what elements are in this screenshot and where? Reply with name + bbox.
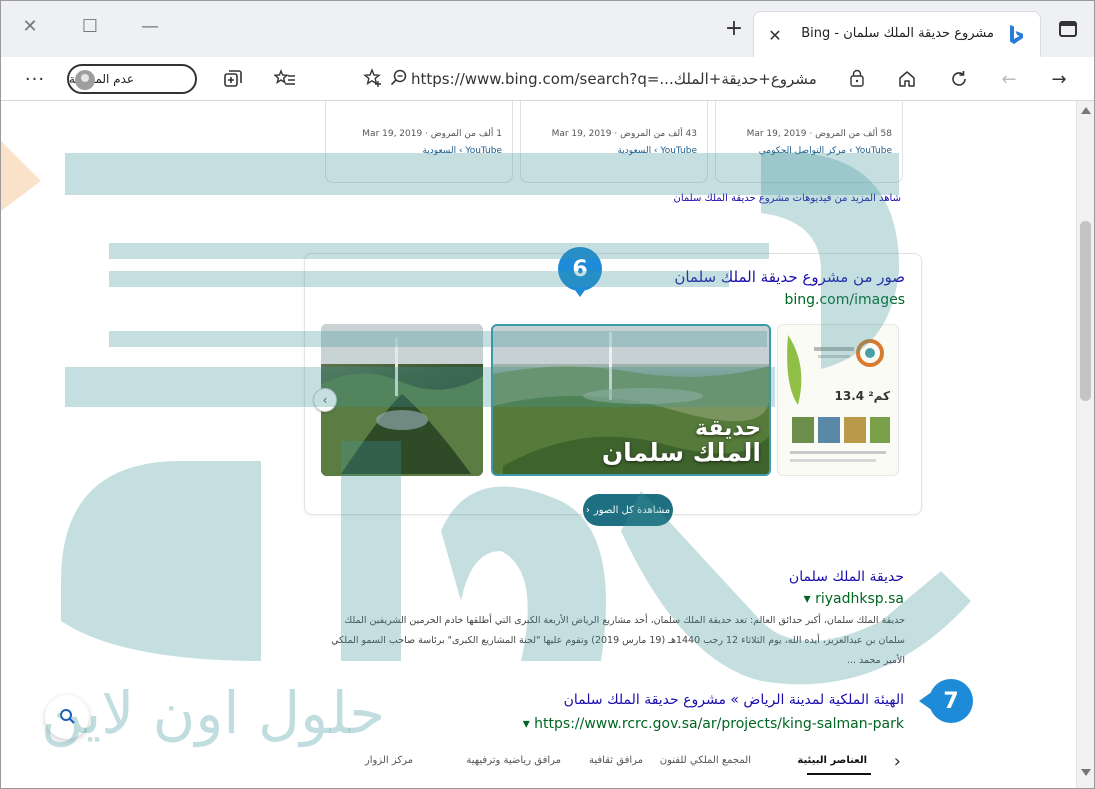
address-bar[interactable]: https://www.bing.com/search?q=...مشروع+ح… — [359, 64, 881, 94]
video-card[interactable]: 1 ألف من المروض · Mar 19, 2019 YouTube ›… — [325, 101, 513, 183]
more-menu-button[interactable]: ··· — [21, 65, 49, 93]
browser-window: ✕ ☐ — + ✕ مشروع حديقة الملك سلمان - Bing… — [0, 0, 1095, 789]
see-all-label: مشاهدة كل الصور — [593, 504, 671, 516]
tab-close-icon[interactable]: ✕ — [762, 22, 788, 48]
new-tab-button[interactable]: + — [721, 15, 747, 41]
favorites-list-icon[interactable] — [271, 65, 299, 93]
collections-icon[interactable] — [219, 65, 247, 93]
forward-icon[interactable]: ← — [995, 65, 1023, 93]
search-icon[interactable] — [45, 695, 89, 739]
video-card[interactable]: 43 ألف من المروض · Mar 19, 2019 YouTube … — [520, 101, 708, 183]
scroll-up-icon[interactable] — [1081, 107, 1091, 114]
images-panel: صور من مشروع حديقة الملك سلمان bing.com/… — [304, 253, 922, 526]
subtab-item[interactable]: مرافق ثقافية — [589, 755, 643, 766]
result-title[interactable]: الهيئة الملكية لمدينة الرياض » مشروع حدي… — [564, 692, 904, 708]
title-bar: ✕ ☐ — + ✕ مشروع حديقة الملك سلمان - Bing — [1, 1, 1094, 57]
subtab-item[interactable]: مرافق رياضية وترفيهية — [466, 755, 561, 766]
subtab-item[interactable]: مركز الزوار — [365, 755, 413, 766]
add-favorite-icon[interactable] — [359, 64, 387, 92]
sync-button[interactable]: عدم المزامنة — [67, 64, 197, 94]
video-meta: 43 ألف من المروض · Mar 19, 2019 — [551, 129, 697, 139]
thumbnail-caption: حديقة الملك سلمان — [601, 415, 761, 467]
result-subtabs: ‹ العناصر البيئية المجمع الملكي للفنون م… — [341, 749, 911, 779]
url-text[interactable]: https://www.bing.com/search?q=...مشروع+ح… — [411, 70, 817, 88]
chevron-left-icon: ‹ — [585, 504, 590, 516]
result-title[interactable]: حديقة الملك سلمان — [789, 569, 904, 585]
home-icon[interactable] — [893, 65, 921, 93]
tab-actions-icon[interactable] — [1059, 21, 1077, 37]
result-url[interactable]: ▾ riyadhksp.sa — [804, 591, 904, 607]
video-source: YouTube › السعودية — [617, 146, 697, 156]
video-source: YouTube › مركز التواصل الحكومي — [758, 146, 892, 156]
lock-icon[interactable] — [843, 64, 871, 92]
bing-logo-icon — [1010, 25, 1023, 44]
video-card[interactable]: 58 ألف من المروض · Mar 19, 2019 YouTube … — [715, 101, 903, 183]
profile-avatar — [75, 70, 95, 90]
zoom-out-icon[interactable] — [385, 64, 413, 92]
toolbar: ··· عدم المزامنة https://www.bing.com/se… — [1, 57, 1094, 101]
step-marker: 6 — [558, 247, 602, 297]
video-meta: 58 ألف من المروض · Mar 19, 2019 — [746, 129, 892, 139]
area-badge: 13.4 كم² — [834, 389, 890, 403]
chevron-left-icon[interactable]: ‹ — [894, 751, 901, 772]
subtab-item[interactable]: العناصر البيئية — [797, 755, 867, 766]
scroll-thumb[interactable] — [1080, 221, 1091, 401]
more-videos-link[interactable]: شاهد المزيد من فيديوهات مشروع حديقة المل… — [641, 193, 902, 204]
browser-tab[interactable]: ✕ مشروع حديقة الملك سلمان - Bing — [753, 11, 1041, 57]
minimize-icon[interactable]: — — [135, 11, 165, 41]
caret-down-icon: ▾ — [803, 591, 816, 607]
active-tab-underline — [807, 773, 871, 775]
caret-down-icon: ▾ — [522, 716, 535, 732]
see-all-images-button[interactable]: مشاهدة كل الصور ‹ — [583, 494, 673, 526]
images-title[interactable]: صور من مشروع حديقة الملك سلمان — [674, 268, 905, 286]
park-brochure-thumbnail[interactable]: 13.4 كم² — [777, 324, 899, 476]
maximize-icon[interactable]: ☐ — [75, 11, 105, 41]
park-image-thumbnail[interactable]: حديقة الملك سلمان — [491, 324, 771, 476]
subtab-item[interactable]: المجمع الملكي للفنون — [660, 755, 751, 766]
vertical-scrollbar[interactable] — [1076, 101, 1094, 788]
back-icon[interactable]: → — [1045, 65, 1073, 93]
images-source[interactable]: bing.com/images — [784, 292, 905, 308]
result-snippet: حديقة الملك سلمان، أكبر حدائق العالم: تع… — [331, 615, 905, 666]
scroll-down-icon[interactable] — [1081, 769, 1091, 776]
park-image-thumbnail[interactable] — [321, 324, 483, 476]
step-marker: 7 — [919, 679, 973, 723]
video-meta: 1 ألف من المروض · Mar 19, 2019 — [362, 129, 502, 139]
video-source: YouTube › السعودية — [422, 146, 502, 156]
close-window-icon[interactable]: ✕ — [15, 11, 45, 41]
tab-title: مشروع حديقة الملك سلمان - Bing — [801, 26, 994, 41]
page-content: 58 ألف من المروض · Mar 19, 2019 YouTube … — [1, 101, 1076, 788]
carousel-prev-button[interactable]: ‹ — [313, 388, 337, 412]
refresh-icon[interactable] — [945, 65, 973, 93]
result-url[interactable]: ▾ https://www.rcrc.gov.sa/ar/projects/ki… — [523, 716, 904, 732]
